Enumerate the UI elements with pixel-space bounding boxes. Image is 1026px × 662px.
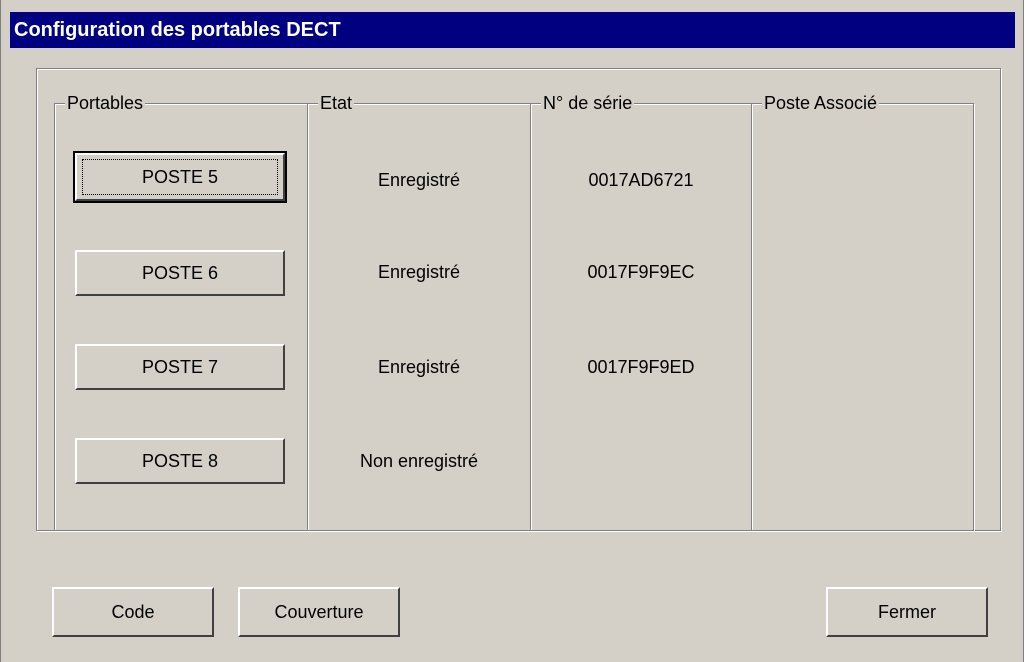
poste-5-label: POSTE 5 bbox=[141, 166, 219, 187]
fermer-label: Fermer bbox=[878, 601, 936, 622]
poste-8-label: POSTE 8 bbox=[141, 450, 219, 471]
title-bar: Configuration des portables DECT bbox=[10, 12, 1015, 48]
fermer-button[interactable]: Fermer bbox=[826, 587, 988, 637]
code-button[interactable]: Code bbox=[52, 587, 214, 637]
legend-etat: Etat bbox=[318, 92, 355, 114]
etat-poste-8: Non enregistré bbox=[359, 451, 479, 471]
etat-poste-5: Enregistré bbox=[377, 170, 461, 190]
serie-poste-7: 0017F9F9ED bbox=[587, 357, 695, 377]
serie-poste-6: 0017F9F9EC bbox=[587, 262, 695, 282]
etat-poste-6: Enregistré bbox=[377, 262, 461, 282]
poste-8-button[interactable]: POSTE 8 bbox=[75, 438, 285, 484]
poste-7-button[interactable]: POSTE 7 bbox=[75, 344, 285, 390]
couverture-button[interactable]: Couverture bbox=[238, 587, 400, 637]
code-label: Code bbox=[111, 601, 155, 622]
poste-7-label: POSTE 7 bbox=[141, 356, 219, 377]
serie-poste-5: 0017AD6721 bbox=[588, 170, 694, 190]
etat-poste-7: Enregistré bbox=[377, 357, 461, 377]
legend-portables: Portables bbox=[65, 92, 146, 114]
legend-poste-associe: Poste Associé bbox=[762, 92, 880, 114]
window-title: Configuration des portables DECT bbox=[14, 19, 341, 41]
poste-6-button[interactable]: POSTE 6 bbox=[75, 250, 285, 296]
poste-5-button[interactable]: POSTE 5 bbox=[73, 151, 287, 203]
group-serie: N° de série bbox=[530, 92, 752, 531]
group-poste-associe: Poste Associé bbox=[751, 92, 974, 531]
dect-config-window: Configuration des portables DECT Portabl… bbox=[0, 0, 1024, 662]
poste-6-label: POSTE 6 bbox=[141, 262, 219, 283]
couverture-label: Couverture bbox=[274, 601, 364, 622]
legend-serie: N° de série bbox=[541, 92, 635, 114]
